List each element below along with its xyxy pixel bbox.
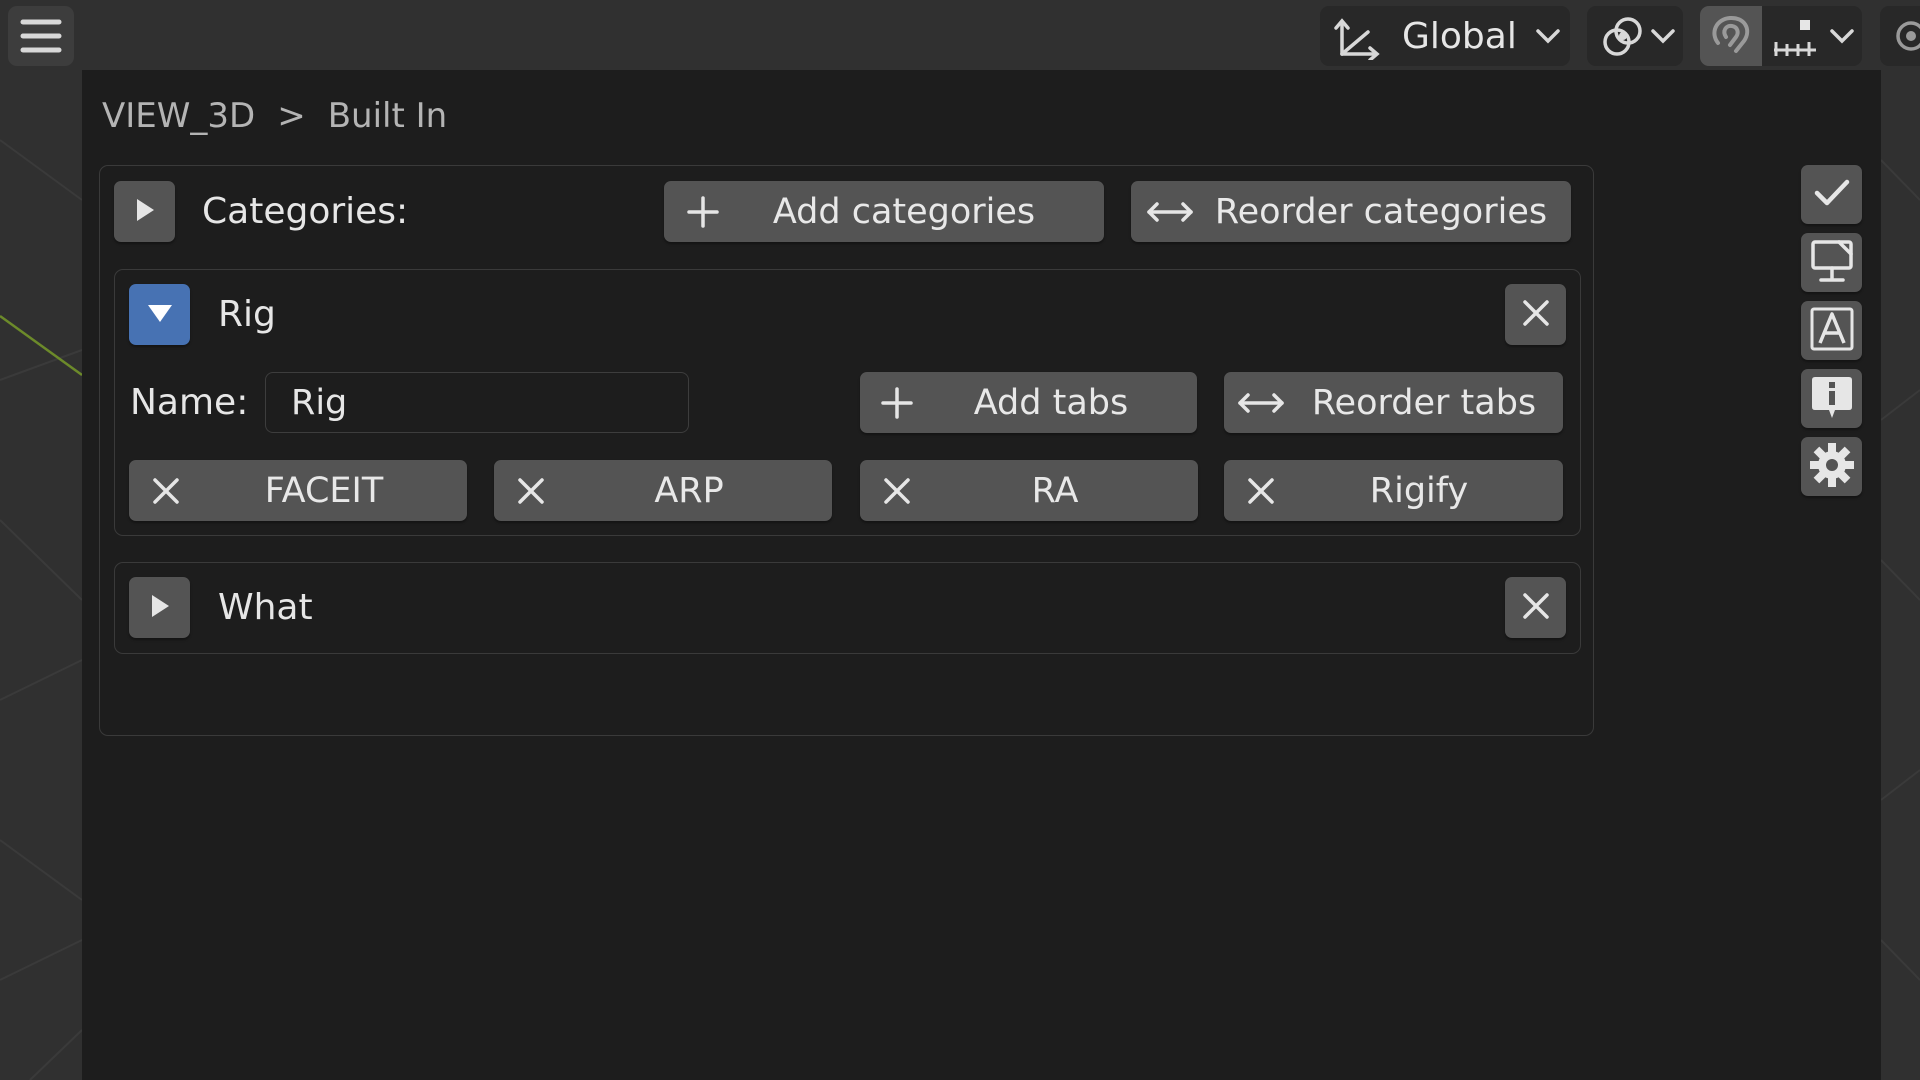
add-tabs-button[interactable]: Add tabs <box>860 372 1197 433</box>
text-settings-button[interactable] <box>1801 301 1862 360</box>
name-label: Name: <box>130 382 249 423</box>
close-icon[interactable] <box>151 460 181 521</box>
tab-chip[interactable]: FACEIT <box>129 460 467 521</box>
arrows-horizontal-icon <box>1236 372 1286 433</box>
breadcrumb-root[interactable]: VIEW_3D <box>102 96 255 136</box>
proportional-editing-icon <box>1894 19 1920 53</box>
reorder-categories-label: Reorder categories <box>1214 191 1548 232</box>
category-item: Rig Name: Rig Add tabs Reorder tabs FACE… <box>114 269 1581 536</box>
transform-orientation-dropdown[interactable]: Global <box>1320 6 1570 66</box>
viewport-header: Global <box>0 0 1920 70</box>
tab-chip[interactable]: RA <box>860 460 1198 521</box>
hamburger-menu-button[interactable] <box>8 6 74 66</box>
close-icon[interactable] <box>882 460 912 521</box>
text-font-icon <box>1809 306 1855 356</box>
close-icon <box>1521 298 1551 332</box>
tab-manager-panel: VIEW_3D > Built In Categories: Add categ… <box>82 70 1881 1080</box>
orientation-value: Global <box>1402 15 1517 57</box>
reorder-tabs-button[interactable]: Reorder tabs <box>1224 372 1563 433</box>
info-icon <box>1809 373 1855 425</box>
pivot-point-dropdown[interactable] <box>1587 6 1683 66</box>
breadcrumb-current[interactable]: Built In <box>328 96 447 136</box>
category-name-field[interactable]: Rig <box>265 372 689 433</box>
reorder-tabs-label: Reorder tabs <box>1311 382 1537 423</box>
tab-chip-label: Rigify <box>1369 470 1469 511</box>
snap-increment-icon <box>1770 16 1820 60</box>
triangle-down-icon <box>146 302 174 328</box>
settings-gear-icon <box>1809 442 1855 492</box>
categories-label: Categories: <box>202 191 409 232</box>
tab-chip[interactable]: Rigify <box>1224 460 1563 521</box>
category-title: Rig <box>218 294 276 335</box>
tab-chip-label: RA <box>1031 470 1079 511</box>
categories-expand-toggle[interactable] <box>114 181 175 242</box>
hamburger-menu-icon <box>19 16 63 56</box>
pivot-point-icon <box>1597 14 1647 60</box>
reorder-categories-button[interactable]: Reorder categories <box>1131 181 1571 242</box>
chevron-down-icon <box>1534 26 1562 46</box>
checkmark-icon <box>1814 178 1850 212</box>
remove-category-button[interactable] <box>1505 577 1566 638</box>
triangle-right-icon <box>149 593 171 623</box>
confirm-button[interactable] <box>1801 165 1862 224</box>
proportional-editing-button[interactable] <box>1880 6 1920 66</box>
close-icon[interactable] <box>1246 460 1276 521</box>
category-expand-toggle[interactable] <box>129 284 190 345</box>
close-icon[interactable] <box>516 460 546 521</box>
info-button[interactable] <box>1801 369 1862 428</box>
category-title: What <box>218 587 313 628</box>
snap-magnet-icon <box>1708 13 1754 59</box>
monitor-display-icon <box>1809 238 1855 288</box>
breadcrumb-separator: > <box>277 96 306 136</box>
display-settings-button[interactable] <box>1801 233 1862 292</box>
settings-button[interactable] <box>1801 437 1862 496</box>
arrows-horizontal-icon <box>1145 181 1195 242</box>
plus-icon <box>880 372 914 433</box>
transform-orientation-icon <box>1334 16 1380 60</box>
tab-chip[interactable]: ARP <box>494 460 832 521</box>
snap-target-dropdown[interactable] <box>1762 6 1862 66</box>
remove-category-button[interactable] <box>1505 284 1566 345</box>
category-expand-toggle[interactable] <box>129 577 190 638</box>
chevron-down-icon <box>1828 26 1856 46</box>
add-categories-button[interactable]: Add categories <box>664 181 1104 242</box>
tab-chip-label: FACEIT <box>264 470 384 511</box>
close-icon <box>1521 591 1551 625</box>
category-item: What <box>114 562 1581 654</box>
add-categories-label: Add categories <box>772 191 1036 232</box>
triangle-right-icon <box>134 197 156 227</box>
snap-toggle-button[interactable] <box>1700 6 1762 66</box>
breadcrumb: VIEW_3D > Built In <box>102 94 447 138</box>
chevron-down-icon <box>1649 26 1677 46</box>
categories-box: Categories: Add categories Reorder categ… <box>99 165 1594 736</box>
plus-icon <box>686 181 720 242</box>
tab-chip-label: ARP <box>654 470 724 511</box>
add-tabs-label: Add tabs <box>973 382 1129 423</box>
y-axis-line <box>0 314 83 377</box>
